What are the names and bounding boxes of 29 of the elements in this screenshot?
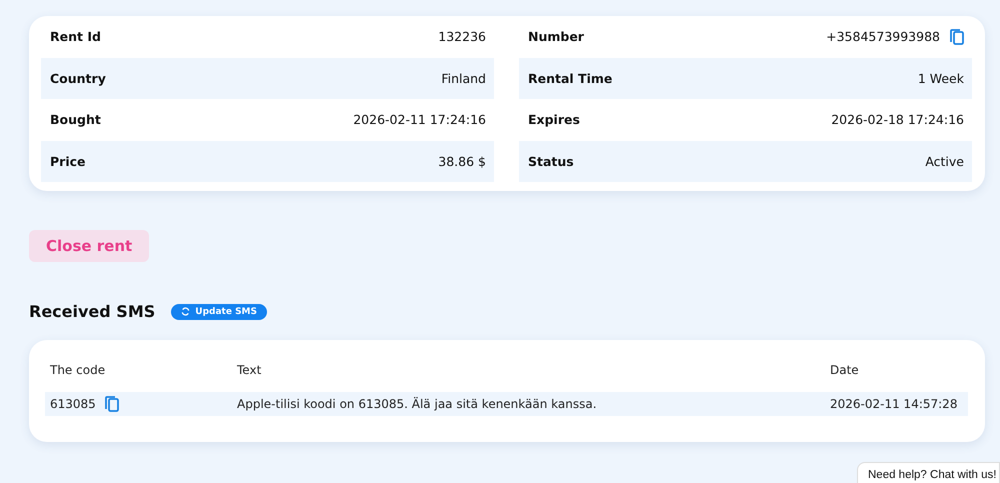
detail-value: Finland (441, 70, 486, 86)
detail-label: Rent Id (50, 29, 101, 44)
detail-value: 38.86 $ (438, 154, 486, 169)
refresh-icon (181, 307, 190, 316)
detail-label: Status (528, 154, 574, 169)
chat-widget[interactable]: Need help? Chat with us! (857, 462, 1000, 483)
detail-value: 1 Week (918, 70, 964, 86)
column-header: Text (237, 363, 262, 377)
detail-label: Number (528, 29, 584, 44)
detail-label: Expires (528, 112, 580, 128)
detail-value: 2026-02-11 17:24:16 (353, 112, 486, 128)
column-header: Date (830, 363, 860, 377)
detail-value: 2026-02-18 17:24:16 (831, 112, 964, 128)
copy-icon[interactable] (950, 28, 964, 45)
section-title: Received SMS (29, 302, 156, 321)
detail-label: Price (50, 154, 86, 169)
copy-icon[interactable] (104, 396, 119, 412)
close-rent-button[interactable]: Close rent (29, 230, 150, 262)
column-header: The code (50, 363, 106, 377)
update-sms-button[interactable]: Update SMS (171, 304, 267, 320)
date-cell-text: 2026-02-11 14:57:28 (830, 397, 958, 411)
code-cell: 613085 (50, 397, 96, 411)
detail-label: Rental Time (528, 70, 612, 86)
detail-value: +3584573993988 (826, 29, 940, 44)
detail-value: 132236 (438, 29, 486, 44)
detail-value: Active (925, 154, 964, 169)
detail-label: Country (50, 70, 106, 86)
detail-label: Bought (50, 112, 101, 128)
text-cell-text: Apple-tilisi koodi on 613085. Älä jaa sitä kenenkään kanssa. (237, 397, 598, 411)
